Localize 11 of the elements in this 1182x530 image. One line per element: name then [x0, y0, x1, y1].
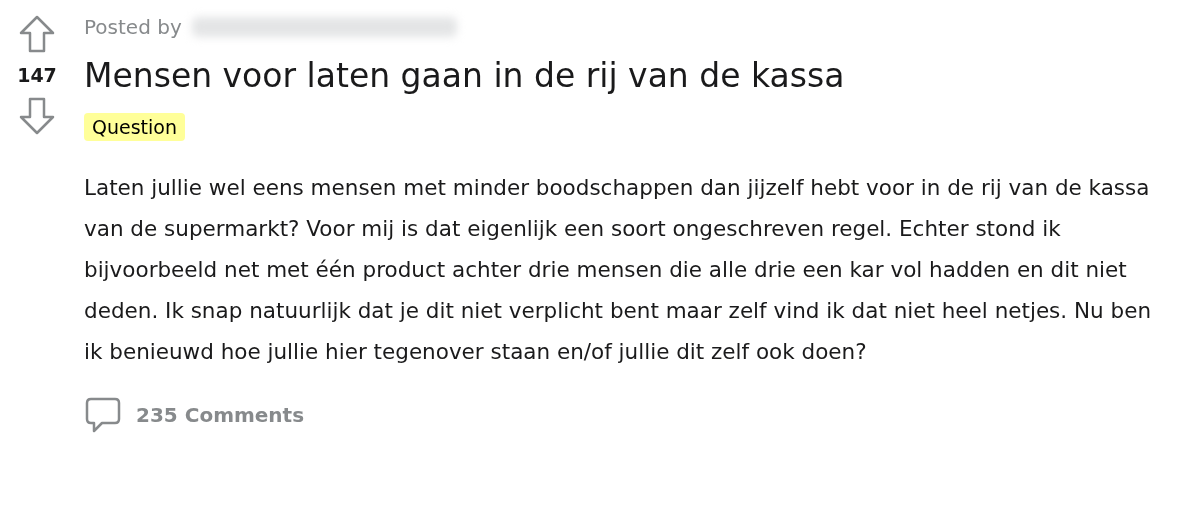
posted-by-label: Posted by [84, 15, 182, 39]
post-flair: Question [84, 113, 185, 141]
downvote-button[interactable] [17, 96, 57, 136]
upvote-button[interactable] [17, 14, 57, 54]
vote-count: 147 [17, 64, 57, 86]
post-body: Laten jullie wel eens mensen met minder boodschappen dan jijzelf hebt voor in de rij van de kassa van de supermarkt? Voor mij is dat eigenlijk een soort ongeschreven regel. Echter stond ik bijvoorbeeld net met één product achter drie mensen die alle drie een kar vol hadden en dit niet deden. Ik snap natuurlijk dat je dit niet verplicht bent maar zelf vind ik dat niet heel netjes. Nu ben ik benieuwd hoe jullie hier tegenover staan en/of jullie dit zelf ook doen? [84, 174, 1153, 366]
comments-button[interactable]: 235 Comments [84, 396, 305, 434]
up-arrow-icon [19, 15, 55, 53]
speech-bubble-icon [84, 396, 122, 434]
down-arrow-icon [19, 97, 55, 135]
post-title: Mensen voor laten gaan in de rij van de kassa [84, 56, 846, 95]
